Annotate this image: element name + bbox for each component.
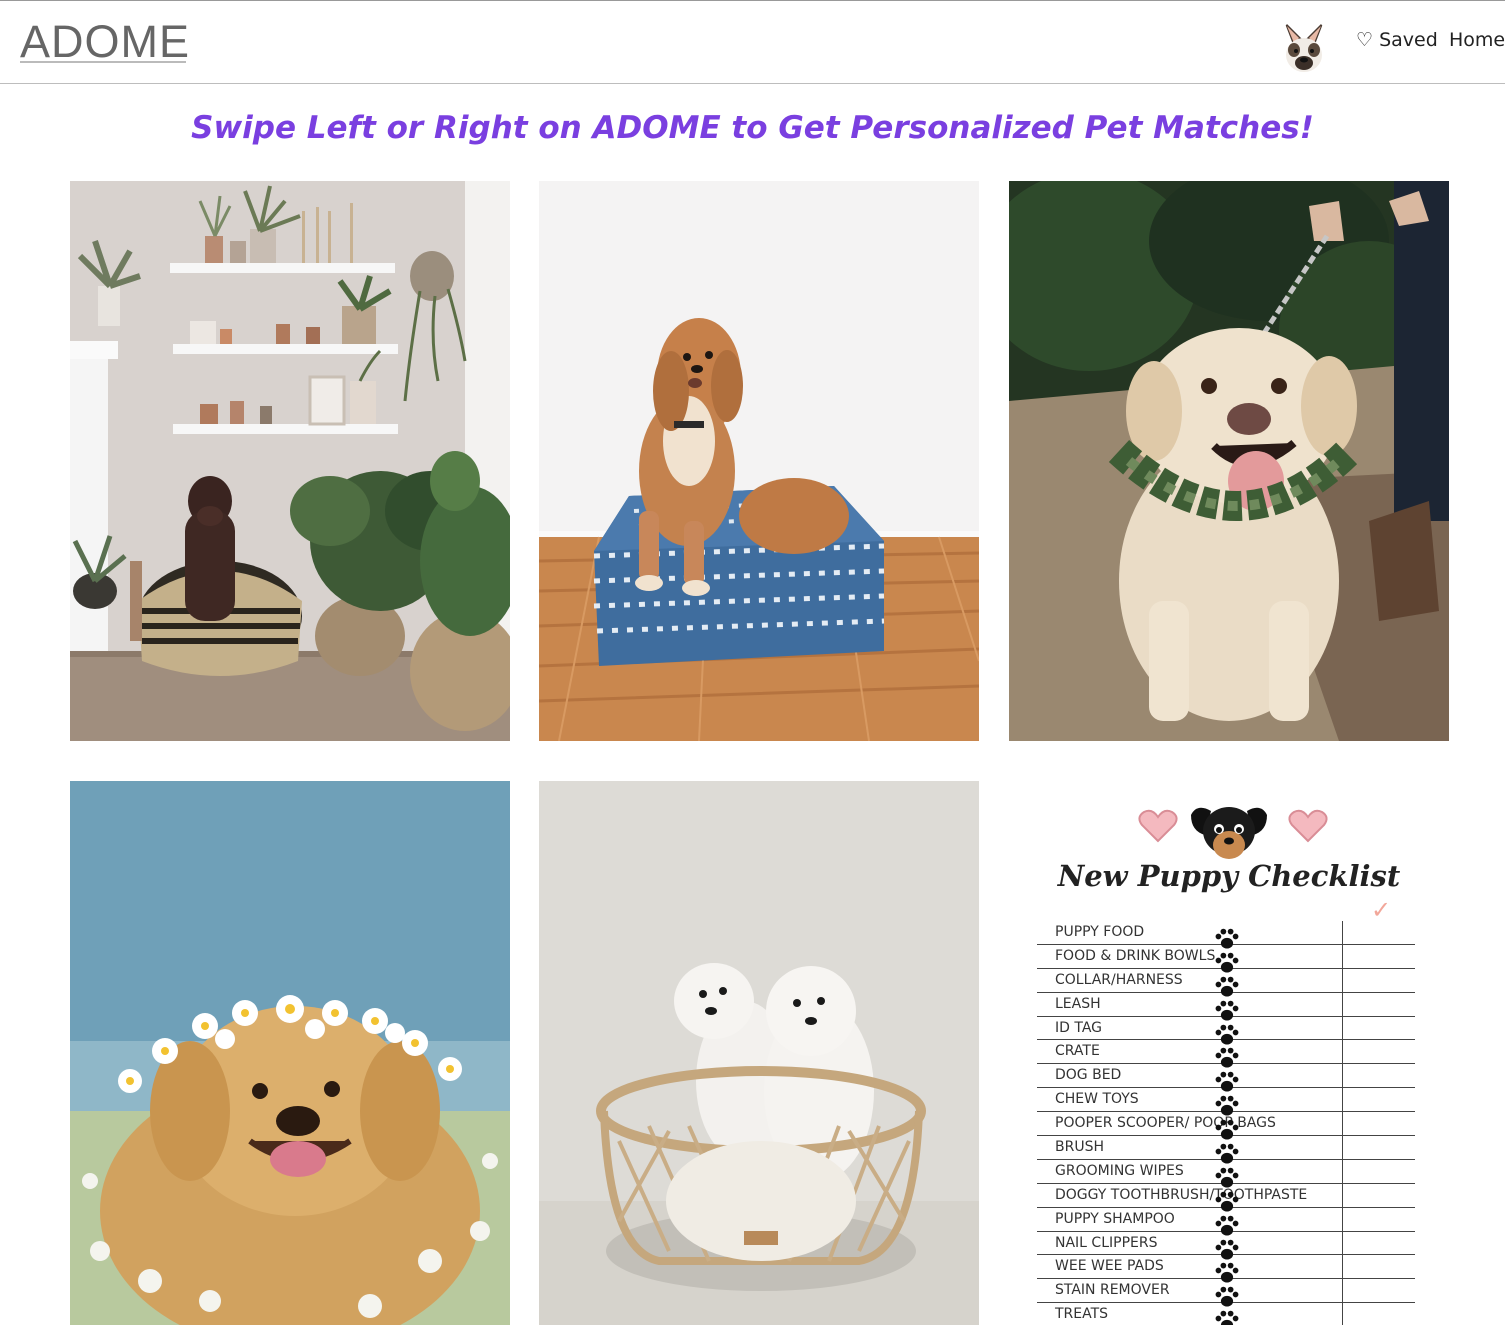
checklist-item: FOOD & DRINK BOWLS <box>1037 945 1415 973</box>
checklist-item: WEE WEE PADS <box>1037 1255 1415 1284</box>
logo[interactable]: ADOME <box>20 15 190 69</box>
checklist-item: CRATE <box>1037 1040 1415 1069</box>
pin-card-dog-on-cushion[interactable] <box>539 181 979 741</box>
checklist-item: TREATS <box>1037 1303 1415 1325</box>
checklist-item: DOGGY TOOTHBRUSH/TOOTHPASTE <box>1037 1184 1415 1212</box>
avatar[interactable] <box>1278 17 1330 75</box>
checklist-item: STAIN REMOVER <box>1037 1279 1415 1307</box>
checklist-item: PUPPY SHAMPOO <box>1037 1208 1415 1236</box>
checkbox-column-divider <box>1342 921 1343 1325</box>
checklist-item: LEASH <box>1037 993 1415 1021</box>
logo-underline <box>20 61 186 63</box>
puppy-face-icon <box>1191 807 1267 859</box>
check-mark-icon: ✓ <box>1371 896 1392 924</box>
checklist-item: DOG BED <box>1037 1064 1415 1092</box>
golden-retriever-daisy-crown-image <box>70 781 510 1325</box>
heart-icon <box>1138 809 1178 843</box>
page-heading: Swipe Left or Right on ADOME to Get Pers… <box>191 110 1314 146</box>
heart-icon <box>1288 809 1328 843</box>
pin-card-dog-basket-plants[interactable] <box>70 181 510 741</box>
dog-in-basket-with-plants-image <box>70 181 510 741</box>
checklist-item: POOPER SCOOPER/ POOP BAGS <box>1037 1112 1415 1140</box>
checklist-item: BRUSH <box>1037 1136 1415 1164</box>
french-bulldog-avatar-icon <box>1278 17 1330 75</box>
paw-icon <box>1215 1310 1239 1325</box>
pin-card-golden-with-daisies[interactable] <box>70 781 510 1325</box>
header: ADOME ♡ Saved Home <box>0 1 1505 84</box>
dog-on-blue-cushion-image <box>539 181 979 741</box>
checklist-item: PUPPY FOOD <box>1037 921 1415 949</box>
checklist-title: New Puppy Checklist <box>1057 859 1401 893</box>
checklist-item: GROOMING WIPES <box>1037 1160 1415 1188</box>
checklist-item: NAIL CLIPPERS <box>1037 1232 1415 1260</box>
pin-card-puppy-checklist[interactable]: New Puppy Checklist ✓ PUPPY FOOD FOOD & D… <box>1009 781 1449 1325</box>
pin-card-maltese-in-rattan-bed[interactable] <box>539 781 979 1325</box>
saved-link[interactable]: ♡ Saved <box>1356 29 1438 51</box>
checklist-item: COLLAR/HARNESS <box>1037 969 1415 997</box>
two-white-dogs-rattan-bed-image <box>539 781 979 1325</box>
checklist-item: CHEW TOYS <box>1037 1088 1415 1116</box>
pin-card-lab-with-wreath[interactable] <box>1009 181 1449 741</box>
labrador-with-leaf-wreath-image <box>1009 181 1449 741</box>
checklist-items: PUPPY FOOD FOOD & DRINK BOWLS COLLAR/HARNE… <box>1037 921 1415 1325</box>
checklist-item: ID TAG <box>1037 1017 1415 1045</box>
home-link[interactable]: Home <box>1449 29 1505 51</box>
